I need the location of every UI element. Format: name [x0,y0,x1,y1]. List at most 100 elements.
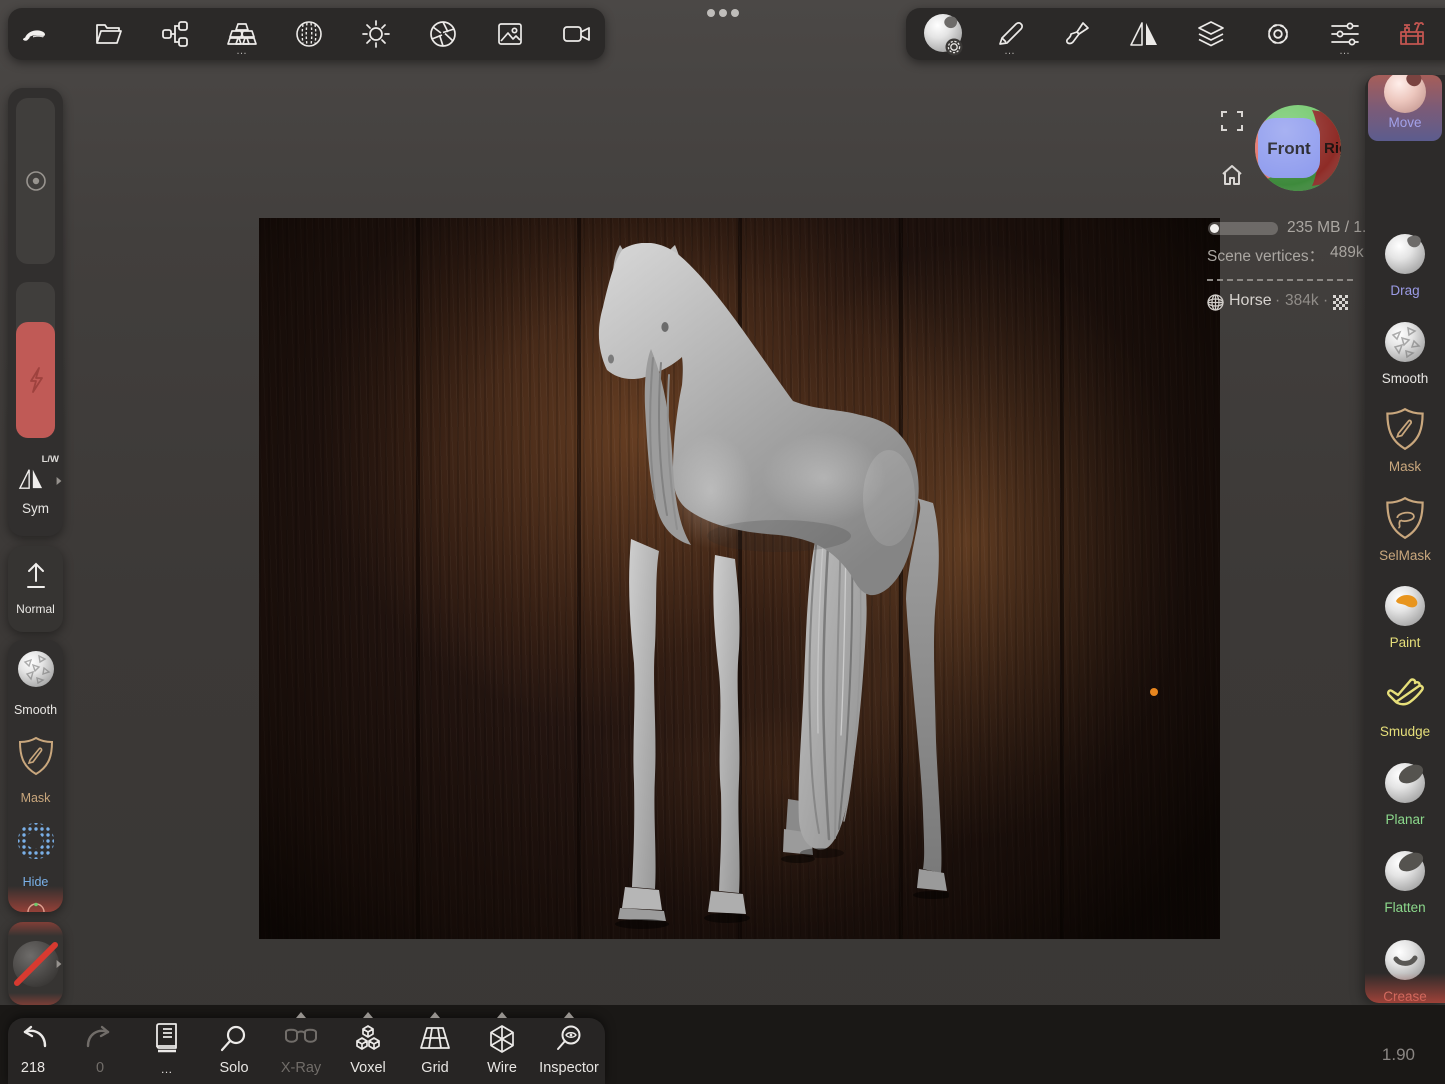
tool-paint-label: Paint [1365,635,1445,650]
postprocess-button[interactable] [416,8,470,60]
sym-mirror-icon [17,466,45,490]
files-button[interactable] [81,8,135,60]
topology-filters-button[interactable]: … [1318,8,1372,60]
toolbox-button[interactable] [1385,8,1439,60]
node-graph-icon [161,20,189,48]
smooth-sphere-icon [1382,319,1428,365]
video-camera-icon [562,22,592,46]
paintbrush-icon [1063,20,1091,48]
multitask-handle[interactable] [707,9,739,17]
grid-icon [419,1024,451,1052]
voxel-button[interactable]: Voxel [338,1018,398,1084]
planar-sphere-icon [1382,760,1428,806]
home-icon [1220,163,1244,187]
redo-count: 0 [96,1060,104,1076]
settings-gear-icon [1264,20,1292,48]
quick-mask-label: Mask [8,791,63,805]
tool-move[interactable]: Move [1365,75,1445,142]
symmetry-toggle[interactable]: L/W Sym [8,446,63,530]
matcap-preview-button[interactable] [916,8,970,60]
material-more-indicator: … [215,46,269,56]
camera-button[interactable] [550,8,604,60]
normal-arrow-icon [23,560,49,590]
smudge-finger-icon [1382,672,1428,718]
dot-separator: · [1275,292,1280,310]
bottom-toolbar: 218 0 … [8,1018,605,1084]
intensity-slider[interactable] [16,282,55,438]
matcap-button[interactable] [282,8,336,60]
symmetry-button[interactable] [1117,8,1171,60]
tool-smudge-label: Smudge [1365,724,1445,739]
horse-model[interactable] [589,243,949,933]
tool-smooth-label: Smooth [1365,371,1445,386]
lightning-bolt-icon [27,367,45,393]
dot-separator: · [1323,292,1328,310]
fullscreen-icon [1221,110,1243,132]
xray-button[interactable]: X-Ray [271,1018,331,1084]
settings-button[interactable] [1251,8,1305,60]
mask-shield-icon [1384,407,1426,451]
tool-paint[interactable]: Paint [1365,583,1445,663]
tool-planar[interactable]: Planar [1365,760,1445,840]
matcap-preview-sphere-icon [920,11,966,57]
image-icon [496,20,524,48]
tool-drag-label: Drag [1365,283,1445,298]
alpha-preview-panel[interactable] [8,922,63,1005]
tool-flatten[interactable]: Flatten [1365,848,1445,928]
mirror-symmetry-icon [1129,21,1159,47]
sym-mode-badge: L/W [42,454,59,465]
alpha-none-icon [10,938,62,990]
left-quick-tools-panel: Smooth Mask Hide [8,640,63,912]
camera-aperture-icon [429,20,457,48]
quick-smooth-label: Smooth [8,703,63,717]
memory-progress-knob [1210,224,1219,233]
xray-glasses-icon [284,1028,318,1048]
alpha-expand-caret [57,960,62,968]
undo-count: 218 [21,1060,45,1076]
orientation-gizmo[interactable]: Front Rig [1255,105,1341,191]
sun-icon [362,20,390,48]
falloff-button[interactable] [1050,8,1104,60]
layers-button[interactable] [1184,8,1238,60]
wire-button[interactable]: Wire [472,1018,532,1084]
object-vertices: 384k [1285,292,1319,310]
radius-slider[interactable] [16,98,55,264]
alpha-scroll-glow-top [8,922,63,936]
lighting-button[interactable] [349,8,403,60]
paint-sphere-icon [1382,583,1428,629]
red-toolbox-icon [1397,19,1427,49]
xray-label: X-Ray [281,1060,321,1076]
tool-drag[interactable]: Drag [1365,231,1445,311]
tool-smudge[interactable]: Smudge [1365,672,1445,752]
history-button[interactable]: … [137,1018,197,1084]
tool-selmask[interactable]: SelMask [1365,496,1445,576]
background-button[interactable] [483,8,537,60]
app-version: 1.90 [1382,1045,1415,1065]
quick-tool-smooth[interactable]: Smooth [8,644,63,726]
app-logo-button[interactable] [6,8,60,60]
sym-label: Sym [8,501,63,516]
quick-tool-mask[interactable]: Mask [8,730,63,812]
voxel-cubes-icon [353,1024,383,1054]
solo-magnifier-icon [219,1024,249,1054]
tool-mask[interactable]: Mask [1365,407,1445,487]
scene-stats: 235 MB / 1.4 Scene vertices： 489k Horse … [1205,218,1365,318]
stroke-button[interactable]: … [983,8,1037,60]
solo-button[interactable]: Solo [204,1018,264,1084]
tool-mask-label: Mask [1365,459,1445,474]
circle-dot-icon [25,170,47,192]
tool-selmask-label: SelMask [1365,548,1445,563]
wireframe-icon [487,1024,517,1054]
voxel-menu-caret [363,1012,373,1018]
sculpt-viewport[interactable] [259,218,1220,939]
grid-button[interactable]: Grid [405,1018,465,1084]
material-button[interactable]: … [215,8,269,60]
pencil-stroke-icon [996,20,1024,48]
stroke-mode-panel[interactable]: Normal [8,546,63,632]
redo-button[interactable]: 0 [70,1018,130,1084]
inspector-button[interactable]: Inspector [539,1018,599,1084]
tool-panel-scroll-glow [1365,973,1445,1003]
tool-smooth[interactable]: Smooth [1365,319,1445,399]
undo-button[interactable]: 218 [3,1018,63,1084]
scene-graph-button[interactable] [148,8,202,60]
